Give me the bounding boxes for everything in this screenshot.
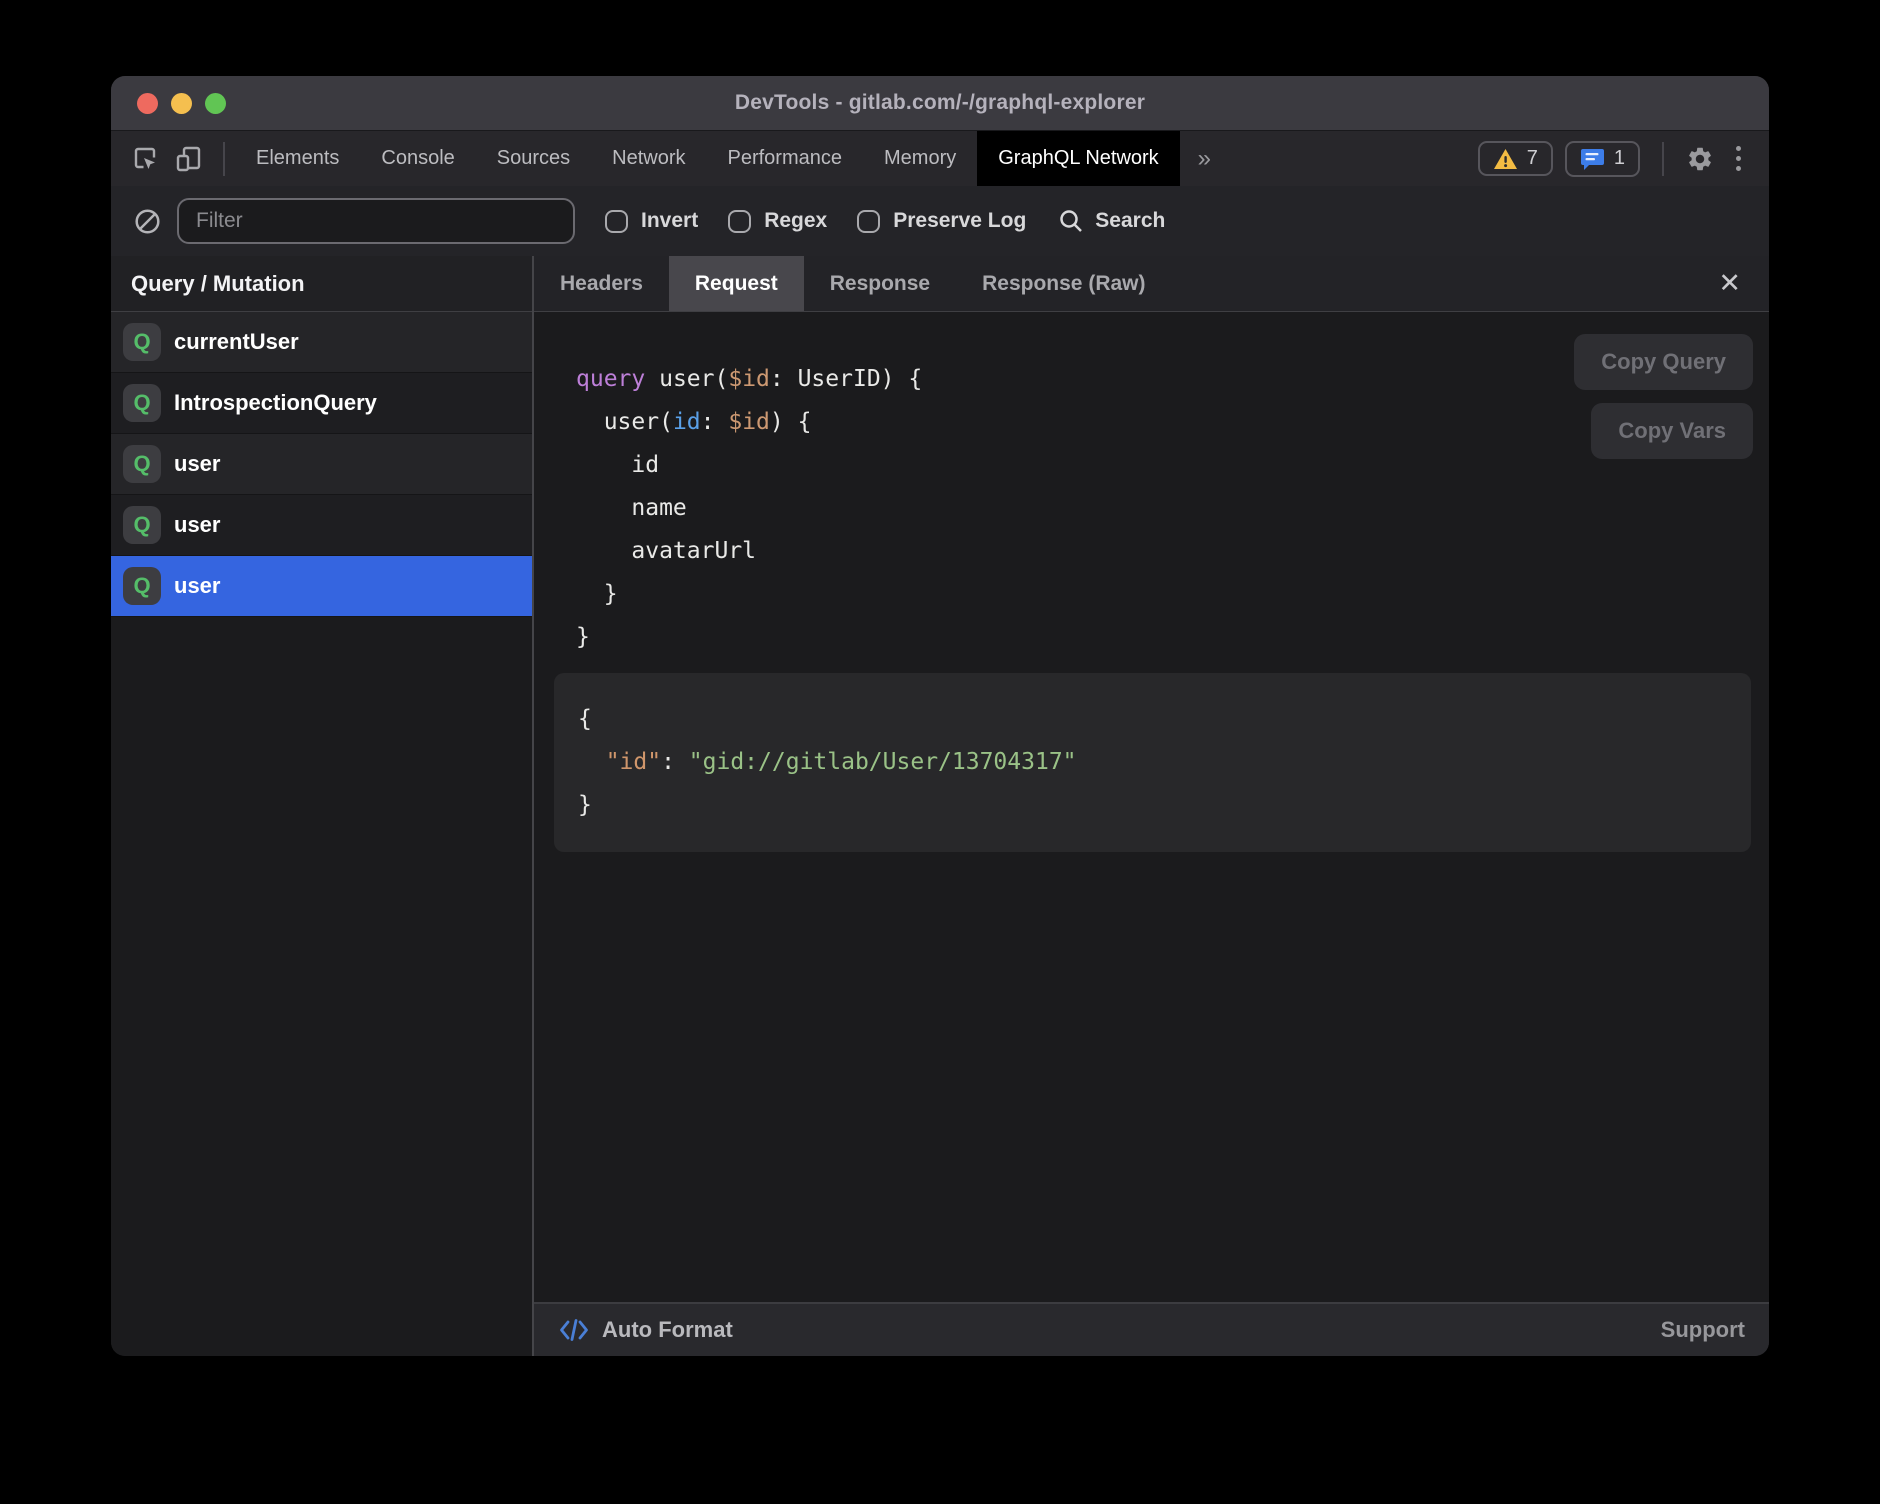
devtools-window: DevTools - gitlab.com/-/graphql-explorer…	[111, 76, 1769, 1356]
search-icon	[1058, 208, 1084, 234]
query-variables-box: { "id": "gid://gitlab/User/13704317"}	[554, 673, 1751, 852]
list-item-user-1[interactable]: Q user	[111, 434, 532, 495]
list-item-label: user	[174, 573, 220, 599]
devtools-tabs: Elements Console Sources Network Perform…	[235, 131, 1180, 186]
more-tabs-button[interactable]: »	[1180, 131, 1229, 186]
tab-headers[interactable]: Headers	[534, 256, 669, 311]
toolbar-left-icons	[111, 131, 213, 186]
request-content: Copy Query Copy Vars query user($id: Use…	[534, 312, 1769, 1302]
filter-bar: Invert Regex Preserve Log Search	[111, 186, 1769, 256]
query-type-icon: Q	[123, 445, 161, 483]
close-icon[interactable]: ✕	[1710, 264, 1749, 303]
issues-badge[interactable]: 1	[1565, 141, 1640, 177]
toolbar-right: 7 1	[1478, 131, 1769, 186]
copy-vars-button[interactable]: Copy Vars	[1591, 403, 1753, 459]
query-type-icon: Q	[123, 384, 161, 422]
minimize-window-button[interactable]	[171, 93, 192, 114]
issues-count: 1	[1614, 147, 1625, 170]
list-item-introspectionquery[interactable]: Q IntrospectionQuery	[111, 373, 532, 434]
panel-split: Query / Mutation Q currentUser Q Introsp…	[111, 256, 1769, 1356]
message-icon	[1580, 147, 1605, 171]
device-toolbar-icon[interactable]	[175, 145, 203, 173]
preserve-log-checkbox-label: Preserve Log	[893, 209, 1026, 233]
list-item-label: user	[174, 451, 220, 477]
inspect-element-icon[interactable]	[131, 145, 159, 173]
list-item-user-2[interactable]: Q user	[111, 495, 532, 556]
tab-memory[interactable]: Memory	[863, 131, 977, 186]
tab-elements[interactable]: Elements	[235, 131, 360, 186]
auto-format-button[interactable]: Auto Format	[558, 1317, 733, 1343]
search-button[interactable]: Search	[1058, 208, 1165, 234]
toolbar-divider	[223, 142, 225, 176]
traffic-lights	[137, 76, 226, 130]
preserve-log-checkbox[interactable]: Preserve Log	[857, 209, 1026, 233]
invert-checkbox-box[interactable]	[605, 210, 628, 233]
tab-response[interactable]: Response	[804, 256, 956, 311]
gear-icon[interactable]	[1686, 145, 1714, 173]
invert-checkbox-label: Invert	[641, 209, 698, 233]
code-brackets-icon	[558, 1317, 590, 1343]
warnings-badge[interactable]: 7	[1478, 141, 1553, 176]
query-type-icon: Q	[123, 323, 161, 361]
tab-graphql-network[interactable]: GraphQL Network	[977, 131, 1179, 186]
chevron-double-icon: »	[1198, 145, 1211, 173]
clear-block-icon[interactable]	[133, 207, 161, 235]
list-item-label: currentUser	[174, 329, 299, 355]
detail-tab-strip: Headers Request Response Response (Raw) …	[534, 256, 1769, 312]
support-link[interactable]: Support	[1661, 1317, 1745, 1343]
regex-checkbox-box[interactable]	[728, 210, 751, 233]
window-title: DevTools - gitlab.com/-/graphql-explorer	[735, 91, 1145, 115]
filter-input[interactable]	[177, 198, 575, 244]
invert-checkbox[interactable]: Invert	[605, 209, 698, 233]
tab-sources[interactable]: Sources	[476, 131, 591, 186]
search-label: Search	[1095, 209, 1165, 233]
warning-icon	[1493, 148, 1518, 170]
tab-performance[interactable]: Performance	[707, 131, 864, 186]
devtools-toolbar: Elements Console Sources Network Perform…	[111, 130, 1769, 186]
copy-query-button[interactable]: Copy Query	[1574, 334, 1753, 390]
warnings-count: 7	[1527, 147, 1538, 170]
list-item-user-3-selected[interactable]: Q user	[111, 556, 532, 617]
copy-buttons: Copy Query Copy Vars	[1574, 334, 1753, 459]
auto-format-label: Auto Format	[602, 1317, 733, 1343]
kebab-menu-icon[interactable]	[1726, 146, 1751, 171]
query-type-icon: Q	[123, 506, 161, 544]
list-item-label: user	[174, 512, 220, 538]
title-bar: DevTools - gitlab.com/-/graphql-explorer	[111, 76, 1769, 130]
regex-checkbox[interactable]: Regex	[728, 209, 827, 233]
toolbar-right-divider	[1662, 142, 1664, 176]
request-detail-panel: Headers Request Response Response (Raw) …	[534, 256, 1769, 1356]
query-list-panel: Query / Mutation Q currentUser Q Introsp…	[111, 256, 534, 1356]
preserve-log-checkbox-box[interactable]	[857, 210, 880, 233]
query-list-header: Query / Mutation	[111, 256, 532, 312]
list-item-label: IntrospectionQuery	[174, 390, 377, 416]
regex-checkbox-label: Regex	[764, 209, 827, 233]
list-item-currentuser[interactable]: Q currentUser	[111, 312, 532, 373]
tab-request[interactable]: Request	[669, 256, 804, 311]
tab-console[interactable]: Console	[360, 131, 475, 186]
tab-network[interactable]: Network	[591, 131, 706, 186]
zoom-window-button[interactable]	[205, 93, 226, 114]
query-type-icon: Q	[123, 567, 161, 605]
close-window-button[interactable]	[137, 93, 158, 114]
tab-response-raw[interactable]: Response (Raw)	[956, 256, 1171, 311]
status-bar: Auto Format Support	[534, 1302, 1769, 1356]
